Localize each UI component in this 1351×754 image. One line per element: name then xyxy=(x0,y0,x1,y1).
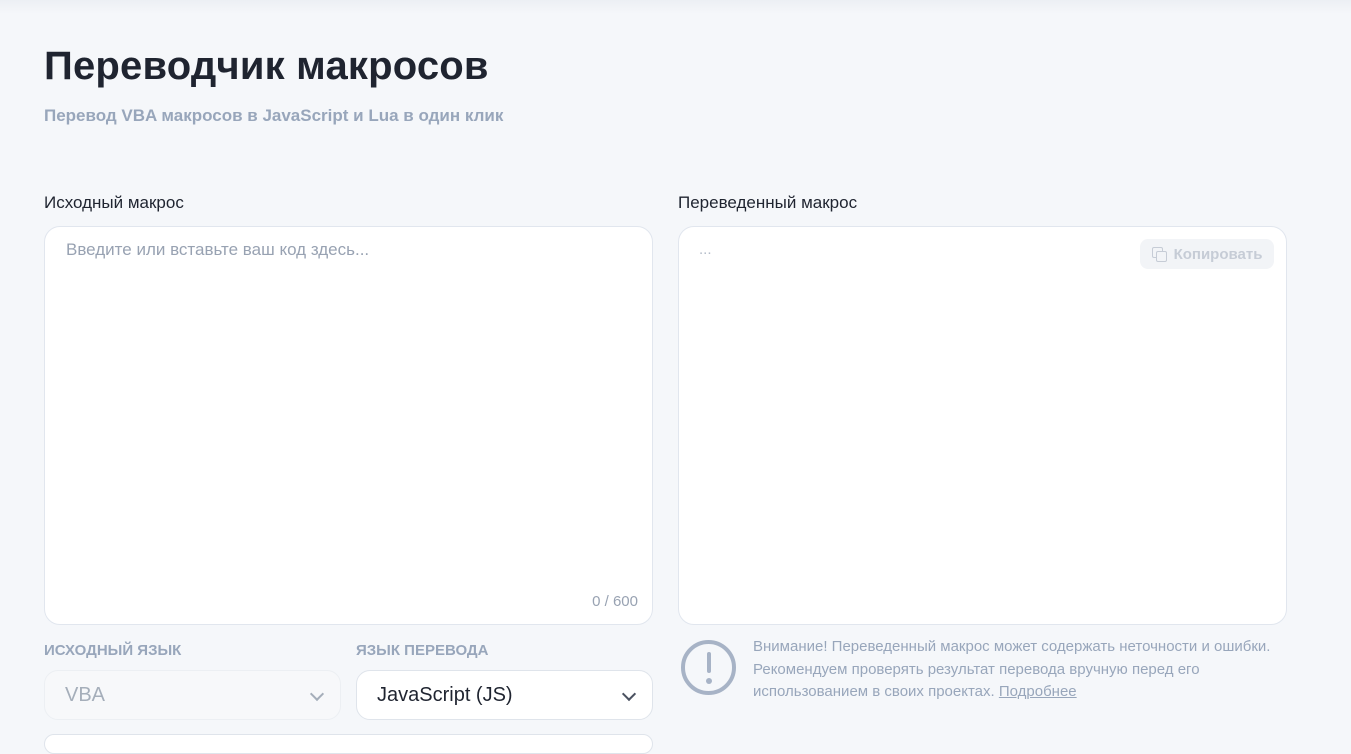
source-language-label: ИСХОДНЫЙ ЯЗЫК xyxy=(44,642,182,659)
target-language-value: JavaScript (JS) xyxy=(377,683,513,706)
source-macro-textarea[interactable]: Введите или вставьте ваш код здесь... 0 … xyxy=(44,226,653,625)
source-macro-label: Исходный макрос xyxy=(44,193,184,212)
page-subtitle: Перевод VBA макросов в JavaScript и Lua … xyxy=(44,106,504,125)
target-language-label: ЯЗЫК ПЕРЕВОДА xyxy=(356,642,489,659)
result-placeholder: ... xyxy=(699,241,712,258)
copy-button-label: Копировать xyxy=(1173,245,1263,263)
chevron-down-icon xyxy=(621,686,637,702)
translated-macro-label: Переведенный макрос xyxy=(678,193,858,212)
exclamation-circle-icon xyxy=(681,640,736,695)
page-title: Переводчик макросов xyxy=(44,44,489,88)
translate-button-partial[interactable] xyxy=(44,734,653,754)
translated-macro-output: ... Копировать xyxy=(678,226,1287,625)
warning-notice: Внимание! Переведенный макрос может соде… xyxy=(753,636,1298,704)
source-language-value: VBA xyxy=(65,683,106,706)
char-counter: 0 / 600 xyxy=(592,593,638,610)
copy-icon xyxy=(1151,247,1167,262)
chevron-down-icon xyxy=(309,686,325,702)
source-language-select[interactable]: VBA xyxy=(44,670,341,720)
target-language-select[interactable]: JavaScript (JS) xyxy=(356,670,653,720)
source-placeholder: Введите или вставьте ваш код здесь... xyxy=(66,240,370,259)
header-shadow xyxy=(0,0,1351,14)
copy-button[interactable]: Копировать xyxy=(1140,239,1274,269)
more-info-link[interactable]: Подробнее xyxy=(999,683,1077,700)
